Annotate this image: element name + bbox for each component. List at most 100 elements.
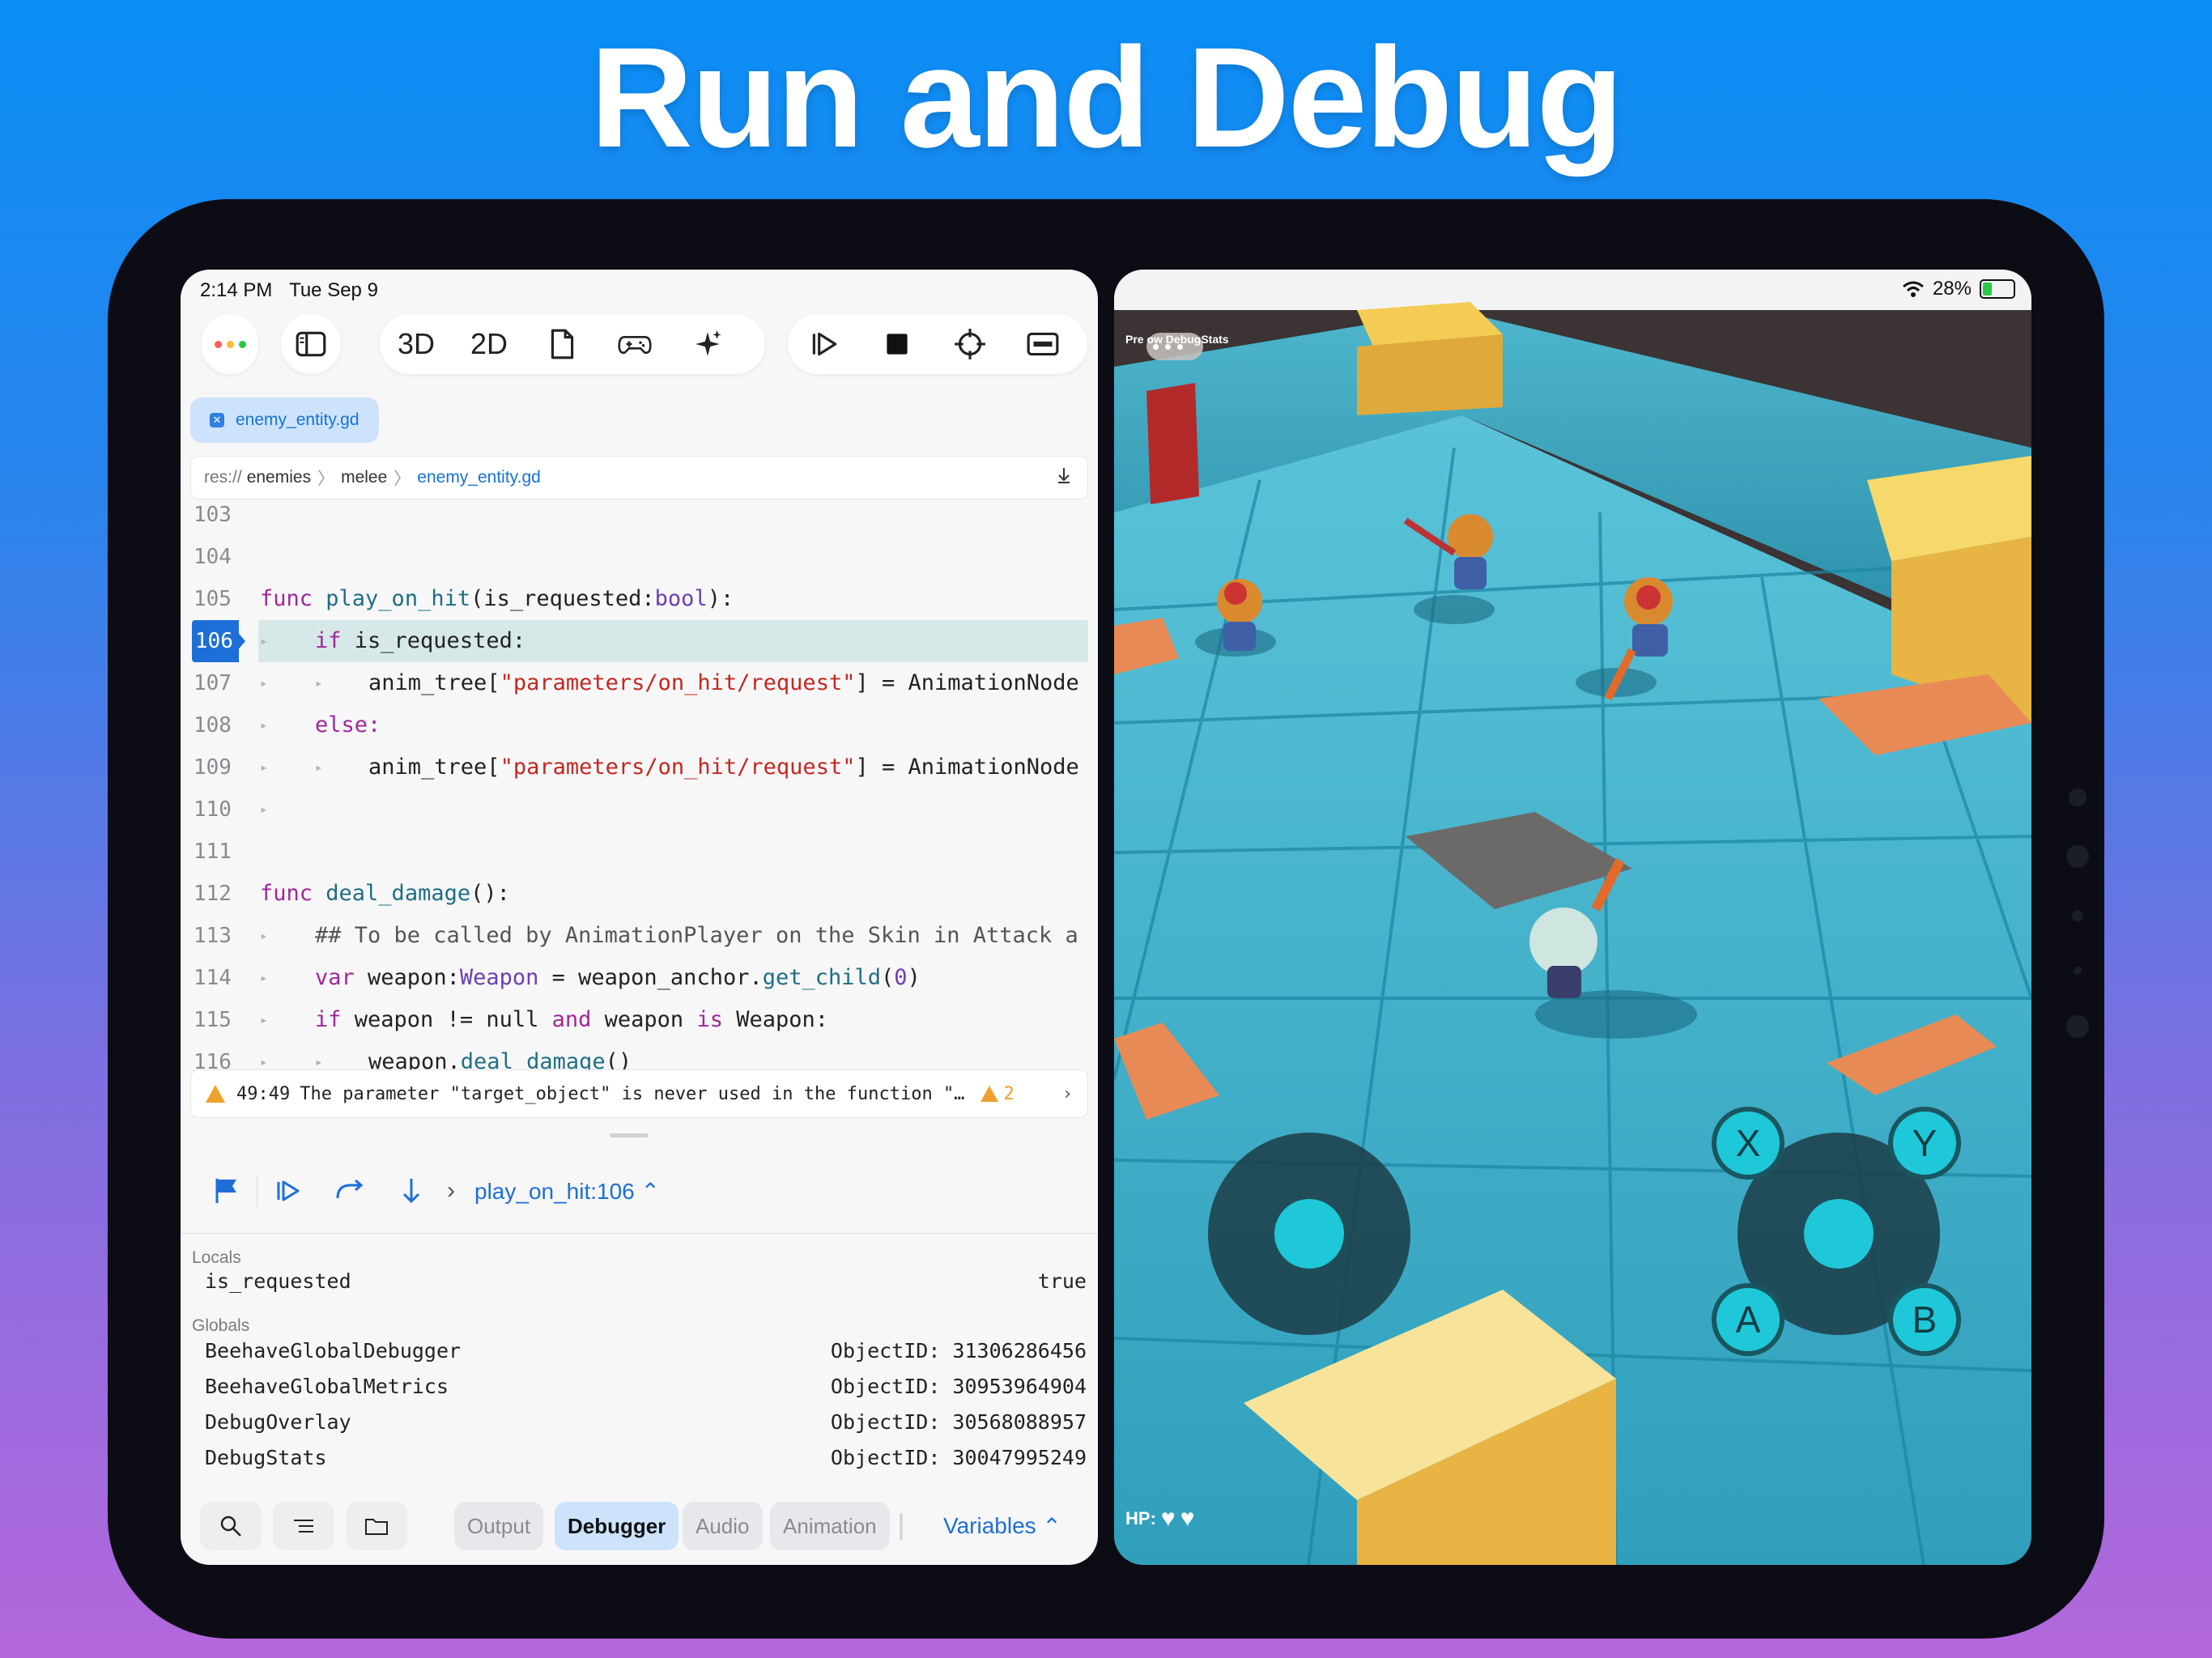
status-date: Tue Sep 9 <box>289 279 378 301</box>
code-line: 108 ▸ else: <box>194 712 381 738</box>
code-line: 105 func play_on_hit(is_requested:bool): <box>194 586 734 611</box>
stack-frame-selector[interactable]: play_on_hit:106 ⌃ <box>474 1178 660 1205</box>
code-line: 116 ▸ ▸ weapon.deal_damage() <box>194 1049 632 1071</box>
code-line: 109 ▸ ▸ anim_tree["parameters/on_hit/reque… <box>194 755 1079 780</box>
camera-dot <box>2072 910 2083 921</box>
code-line-breakpoint: 106 ▸ if is_requested: <box>181 620 1098 662</box>
sidebar-icon <box>281 314 341 374</box>
3d-button[interactable]: 3D <box>380 314 453 374</box>
tab-debugger[interactable]: Debugger <box>555 1502 679 1550</box>
remote-button[interactable] <box>1006 314 1079 374</box>
hp-display: HP: ♥ ♥ <box>1125 1505 1195 1533</box>
battery-percent: 28% <box>1932 278 1972 300</box>
flag-icon[interactable] <box>195 1160 257 1222</box>
debugger-toolbar: › play_on_hit:106 ⌃ <box>181 1160 1098 1222</box>
code-line: 115 ▸ if weapon != null and weapon is Wea… <box>194 1007 828 1032</box>
stop-button[interactable] <box>861 314 934 374</box>
run-button[interactable] <box>788 314 861 374</box>
action-pad-center[interactable] <box>1804 1199 1874 1269</box>
hp-label: HP: <box>1125 1508 1156 1528</box>
breadcrumb-root[interactable]: res:// <box>204 468 242 487</box>
stop-icon <box>887 334 908 355</box>
headline: Run and Debug <box>589 19 1623 177</box>
sidebar-toggle-button[interactable] <box>281 314 341 374</box>
button-a[interactable]: A <box>1712 1283 1784 1356</box>
joystick-knob[interactable] <box>1274 1199 1344 1269</box>
code-line: 111 <box>194 840 232 864</box>
outline-button[interactable] <box>273 1502 334 1550</box>
bottom-bar: Output Debugger Audio Animation Variable… <box>181 1490 1098 1565</box>
step-into-button[interactable] <box>381 1160 442 1222</box>
button-y[interactable]: Y <box>1888 1107 1961 1180</box>
gamepad-icon <box>618 335 652 355</box>
target-button[interactable] <box>934 314 1006 374</box>
editor-mode-toolbar: 3D 2D <box>380 314 765 374</box>
script-button[interactable] <box>525 314 598 374</box>
search-button[interactable] <box>200 1502 262 1550</box>
warning-count: 2 <box>1003 1083 1015 1104</box>
breakpoint-arrow-icon <box>236 630 245 653</box>
heart-icon: ♥ <box>1180 1505 1195 1532</box>
tab-animation[interactable]: Animation <box>770 1502 890 1550</box>
code-line: 103 <box>194 504 232 527</box>
locals-header: Locals <box>192 1248 241 1267</box>
variable-row[interactable]: DebugOverlay ObjectID: 30568088957 <box>205 1410 1087 1434</box>
diagnostic-bar[interactable]: 49:49 The parameter "target_object" is n… <box>190 1069 1088 1118</box>
variables-panel: Locals is_requested true Globals BeehaveG… <box>181 1233 1098 1485</box>
breadcrumb-item[interactable]: melee <box>341 468 387 487</box>
continue-icon <box>277 1180 300 1201</box>
wifi-icon <box>1902 281 1924 297</box>
breadcrumb-current[interactable]: enemy_entity.gd <box>417 468 541 487</box>
button-x[interactable]: X <box>1712 1107 1784 1180</box>
more-dots-icon[interactable] <box>1153 344 1183 350</box>
globals-header: Globals <box>192 1316 250 1335</box>
search-icon <box>220 1516 241 1537</box>
run-toolbar <box>788 314 1087 374</box>
warning-count-icon <box>981 1086 999 1102</box>
game-pane[interactable]: Pre ow DebugStats 28% X Y A B HP: ♥ ♥ <box>1114 270 2031 1565</box>
files-button[interactable] <box>346 1502 407 1550</box>
2d-button[interactable]: 2D <box>453 314 525 374</box>
chevron-right-icon[interactable]: › <box>1062 1084 1073 1104</box>
button-b[interactable]: B <box>1888 1283 1961 1356</box>
tab-enemy-entity[interactable]: ✕ enemy_entity.gd <box>190 397 379 443</box>
resize-handle[interactable] <box>610 1133 649 1137</box>
variable-row[interactable]: DebugStats ObjectID: 30047995249 <box>205 1446 1087 1469</box>
step-over-button[interactable] <box>319 1160 381 1222</box>
warning-icon <box>206 1085 225 1103</box>
code-line: 114 ▸ var weapon:Weapon = weapon_anchor.g… <box>194 965 921 990</box>
three-dots-icon <box>215 340 246 348</box>
heart-icon: ♥ <box>1160 1505 1176 1532</box>
panel-icon <box>1027 332 1059 356</box>
virtual-joystick[interactable] <box>1208 1133 1410 1335</box>
continue-button[interactable] <box>257 1160 319 1222</box>
tab-label: enemy_entity.gd <box>236 410 359 429</box>
status-bar: 2:14 PM Tue Sep 9 <box>200 279 378 302</box>
sparkles-icon <box>696 330 721 356</box>
tab-audio[interactable]: Audio <box>683 1502 763 1550</box>
code-editor[interactable]: 103 104 105 func play_on_hit(is_requeste… <box>181 504 1098 1071</box>
variables-selector[interactable]: Variables ⌃ <box>943 1502 1061 1550</box>
breakpoint-line-number[interactable]: 106 <box>192 620 239 662</box>
variable-row[interactable]: BeehaveGlobalDebugger ObjectID: 313062864… <box>205 1339 1087 1363</box>
side-button <box>2069 789 2087 806</box>
breadcrumb: res:// enemies 〉 melee 〉 enemy_entity.gd <box>190 456 1088 500</box>
ai-assist-button[interactable] <box>671 314 744 374</box>
variable-row[interactable]: BeehaveGlobalMetrics ObjectID: 3095396490… <box>205 1375 1087 1398</box>
tab-output[interactable]: Output <box>454 1502 544 1550</box>
code-line: 104 <box>194 545 232 569</box>
close-icon[interactable]: ✕ <box>210 413 224 427</box>
window-dots-button[interactable] <box>202 314 258 374</box>
variable-row[interactable]: is_requested true <box>205 1269 1087 1293</box>
breadcrumb-item[interactable]: enemies <box>247 468 311 487</box>
code-line: 112 func deal_damage(): <box>194 881 510 906</box>
code-line: 113 ▸ ## To be called by AnimationPlayer … <box>194 923 1078 948</box>
game-button[interactable] <box>598 314 671 374</box>
step-over-icon <box>336 1179 364 1199</box>
side-button <box>2066 845 2089 868</box>
arrow-down-icon <box>402 1179 420 1204</box>
download-icon[interactable] <box>1055 466 1073 489</box>
diagnostic-message: The parameter "target_object" is never u… <box>300 1083 965 1104</box>
right-status-bar: 28% <box>1902 278 2015 300</box>
chevron-right-icon: › <box>447 1177 455 1204</box>
